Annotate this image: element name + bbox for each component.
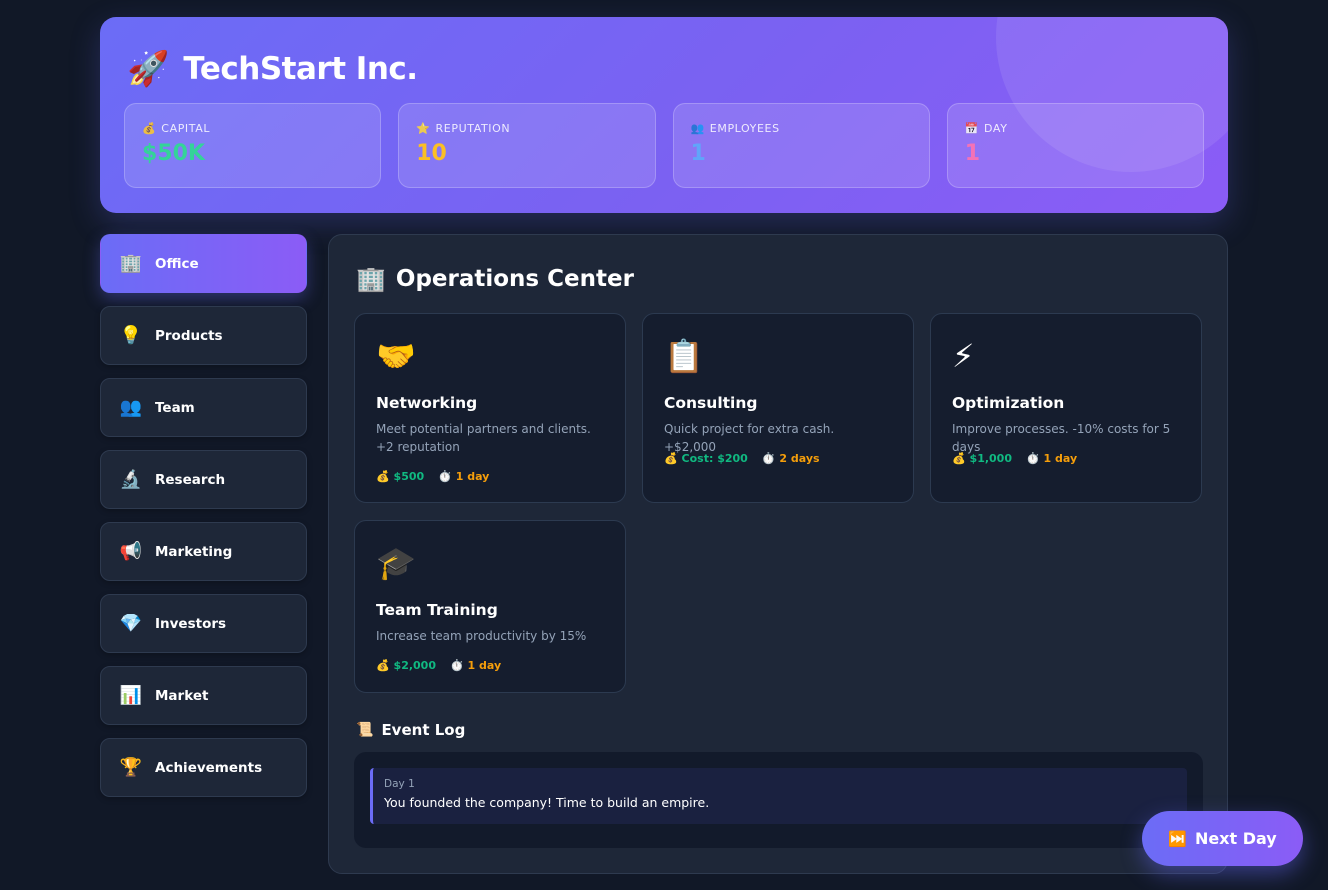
event-log-title-row: 📜 Event Log [356,721,465,739]
panel-title: Operations Center [395,266,634,292]
sidebar-item-research[interactable]: 🔬 Research [100,450,307,509]
sidebar-nav: 🏢 Office 💡 Products 👥 Team 🔬 Research 📢 … [100,234,307,810]
sidebar-item-label: Investors [155,615,227,632]
stopwatch-icon: ⏱️ [450,659,464,672]
action-name: Networking [376,394,478,412]
gem-icon: 💎 [119,613,143,634]
action-name: Optimization [952,394,1065,412]
stat-value: 1 [690,141,706,166]
action-card-team-training[interactable]: 🎓 Team Training Increase team productivi… [354,520,626,693]
stopwatch-icon: ⏱️ [761,452,776,465]
sidebar-item-marketing[interactable]: 📢 Marketing [100,522,307,581]
star-icon: ⭐ [416,122,431,135]
operations-panel: 🏢 Operations Center 🤝 Networking Meet po… [328,234,1228,874]
sidebar-item-label: Products [155,327,223,344]
people-icon: 👥 [690,122,705,135]
action-meta: 💰 Cost: $200 ⏱️ 2 days [664,452,820,465]
action-cost: 💰 Cost: $200 [664,452,748,465]
trophy-icon: 🏆 [119,757,143,778]
log-entry-day: Day 1 [384,778,415,790]
stat-employees: 👥 EMPLOYEES 1 [672,103,930,188]
sidebar-item-label: Team [155,399,195,416]
action-time: ⏱️ 1 day [438,470,490,483]
office-building-icon: 🏢 [119,253,143,274]
action-cost: 💰 $1,000 [952,452,1012,465]
money-bag-icon: 💰 [952,452,966,465]
stat-label: EMPLOYEES [709,122,780,135]
microscope-icon: 🔬 [119,469,143,490]
stat-value: $50K [142,141,205,166]
money-bag-icon: 💰 [664,452,678,465]
sidebar-item-team[interactable]: 👥 Team [100,378,307,437]
sidebar-item-investors[interactable]: 💎 Investors [100,594,307,653]
sidebar-item-office[interactable]: 🏢 Office [100,234,307,293]
stat-capital: 💰 CAPITAL $50K [124,103,382,188]
log-entry-message: You founded the company! Time to build a… [384,795,710,810]
stat-value: 10 [416,141,447,166]
stopwatch-icon: ⏱️ [1026,452,1040,465]
action-time: ⏱️ 2 days [761,452,820,465]
fast-forward-icon: ⏭️ [1168,829,1187,848]
action-meta: 💰 $1,000 ⏱️ 1 day [952,452,1077,465]
sidebar-item-label: Research [155,471,226,488]
stat-value: 1 [964,141,981,166]
action-description: Improve processes. -10% costs for 5 days [952,422,1171,454]
sidebar-item-achievements[interactable]: 🏆 Achievements [100,738,307,797]
people-icon: 👥 [119,397,143,418]
office-building-icon: 🏢 [356,265,386,293]
graduation-cap-icon: 🎓 [376,544,416,582]
next-day-button[interactable]: ⏭️ Next Day [1142,811,1303,866]
action-time: ⏱️ 1 day [1026,452,1078,465]
stopwatch-icon: ⏱️ [438,470,452,483]
next-day-label: Next Day [1194,829,1277,848]
sidebar-item-label: Office [155,255,199,272]
event-log: Day 1 You founded the company! Time to b… [354,752,1203,848]
action-card-networking[interactable]: 🤝 Networking Meet potential partners and… [354,313,626,503]
stat-label: CAPITAL [161,122,211,135]
scroll-icon: 📜 [356,722,374,738]
company-title-row: 🚀 TechStart Inc. [127,47,418,91]
stat-label: REPUTATION [435,122,511,135]
handshake-icon: 🤝 [376,337,416,375]
stats-row: 💰 CAPITAL $50K ⭐ REPUTATION 10 👥 EMPLOYE… [124,103,1204,188]
action-meta: 💰 $500 ⏱️ 1 day [376,470,489,483]
action-name: Team Training [376,601,498,619]
action-cost: 💰 $500 [376,470,425,483]
stat-reputation: ⭐ REPUTATION 10 [398,103,656,188]
megaphone-icon: 📢 [119,541,143,562]
money-bag-icon: 💰 [376,659,390,672]
sidebar-item-products[interactable]: 💡 Products [100,306,307,365]
lightbulb-icon: 💡 [119,325,143,346]
action-time: ⏱️ 1 day [450,659,502,672]
action-cost: 💰 $2,000 [376,659,436,672]
event-log-title: Event Log [381,721,466,739]
rocket-icon: 🚀 [127,49,170,89]
lightning-icon: ⚡ [952,337,975,375]
action-description: Increase team productivity by 15% [376,629,587,643]
money-bag-icon: 💰 [142,122,157,135]
stat-label: DAY [984,122,1008,135]
clipboard-icon: 📋 [664,337,704,375]
action-name: Consulting [664,394,758,412]
log-entry: Day 1 You founded the company! Time to b… [370,768,1187,824]
sidebar-item-label: Achievements [155,759,263,776]
sidebar-item-market[interactable]: 📊 Market [100,666,307,725]
action-card-optimization[interactable]: ⚡ Optimization Improve processes. -10% c… [930,313,1202,503]
action-meta: 💰 $2,000 ⏱️ 1 day [376,659,501,672]
stat-day: 📅 DAY 1 [946,103,1204,188]
panel-title-row: 🏢 Operations Center [356,263,634,295]
action-description: Meet potential partners and clients. +2 … [376,422,591,454]
sidebar-item-label: Market [155,687,209,704]
company-header: 🚀 TechStart Inc. 💰 CAPITAL $50K ⭐ REPUTA… [100,17,1228,213]
calendar-icon: 📅 [964,122,980,135]
bar-chart-icon: 📊 [119,685,143,706]
action-card-consulting[interactable]: 📋 Consulting Quick project for extra cas… [642,313,914,503]
sidebar-item-label: Marketing [155,543,233,560]
company-name: TechStart Inc. [183,51,418,87]
action-description: Quick project for extra cash. +$2,000 [664,422,835,454]
money-bag-icon: 💰 [376,470,390,483]
